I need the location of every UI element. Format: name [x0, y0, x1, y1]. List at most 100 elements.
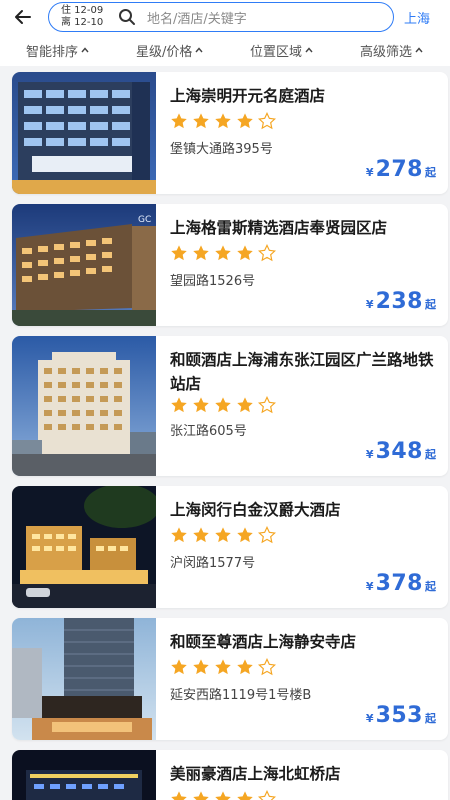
- hotel-photo: [12, 618, 156, 740]
- search-icon: [117, 7, 137, 27]
- star-rating: [170, 790, 276, 800]
- star-filled-icon: [171, 791, 187, 800]
- star-filled-icon: [237, 659, 253, 675]
- star-rating: [170, 112, 276, 130]
- chevron-up-icon: [305, 47, 313, 53]
- top-bar: 住 12-09 离 12-10 地名/酒店/关键字 上海: [0, 0, 450, 34]
- price-amount: 348: [375, 439, 423, 464]
- star-filled-icon: [215, 527, 231, 543]
- currency-symbol: ¥: [365, 712, 374, 725]
- star-filled-icon: [237, 113, 253, 129]
- star-filled-icon: [193, 527, 209, 543]
- chevron-up-icon: [81, 47, 89, 53]
- star-filled-icon: [215, 113, 231, 129]
- star-filled-icon: [215, 245, 231, 261]
- price-amount: 238: [375, 289, 423, 314]
- filter-label: 高级筛选: [360, 44, 413, 60]
- filter-advanced[interactable]: 高级筛选: [360, 34, 423, 66]
- hotel-photo: [12, 72, 156, 194]
- hotel-card[interactable]: 美丽豪酒店上海北虹桥店: [12, 750, 448, 800]
- star-filled-icon: [171, 113, 187, 129]
- back-button[interactable]: [8, 2, 38, 32]
- star-filled-icon: [171, 527, 187, 543]
- currency-symbol: ¥: [365, 298, 374, 311]
- price-amount: 278: [375, 157, 423, 182]
- hotel-photo: [12, 486, 156, 608]
- star-filled-icon: [237, 397, 253, 413]
- star-rating: [170, 396, 276, 414]
- hotel-price: ¥ 353 起: [366, 703, 436, 728]
- hotel-card[interactable]: GC 上海格雷斯精选酒店奉贤园区店 望园路1526号 ¥ 238 起: [12, 204, 448, 326]
- search-box[interactable]: 住 12-09 离 12-10 地名/酒店/关键字: [48, 2, 394, 32]
- checkout-date: 离 12-10: [61, 17, 104, 28]
- checkin-date: 住 12-09: [61, 5, 104, 16]
- star-filled-icon: [237, 791, 253, 800]
- star-filled-icon: [215, 397, 231, 413]
- currency-symbol: ¥: [365, 580, 374, 593]
- currency-symbol: ¥: [365, 448, 374, 461]
- price-suffix: 起: [425, 712, 436, 725]
- filter-label: 位置区域: [250, 44, 303, 60]
- hotel-card[interactable]: 和颐至尊酒店上海静安寺店 延安西路1119号1号楼B ¥ 353 起: [12, 618, 448, 740]
- star-filled-icon: [171, 659, 187, 675]
- hotel-price: ¥ 348 起: [366, 439, 436, 464]
- star-empty-icon: [258, 244, 276, 262]
- search-input[interactable]: 地名/酒店/关键字: [147, 8, 247, 27]
- star-empty-icon: [258, 396, 276, 414]
- hotel-photo: [12, 750, 156, 800]
- star-empty-icon: [258, 658, 276, 676]
- star-empty-icon: [258, 526, 276, 544]
- price-suffix: 起: [425, 166, 436, 179]
- chevron-up-icon: [195, 47, 203, 53]
- star-filled-icon: [215, 791, 231, 800]
- hotel-address: 堡镇大通路395号: [170, 142, 273, 157]
- hotel-sign-text: GC: [138, 215, 151, 225]
- star-empty-icon: [258, 112, 276, 130]
- filter-smart-sort[interactable]: 智能排序: [26, 34, 89, 66]
- city-selector[interactable]: 上海: [404, 8, 430, 27]
- currency-symbol: ¥: [365, 166, 374, 179]
- price-suffix: 起: [425, 298, 436, 311]
- hotel-price: ¥ 378 起: [366, 571, 436, 596]
- price-amount: 378: [375, 571, 423, 596]
- star-filled-icon: [193, 397, 209, 413]
- hotel-address: 沪闵路1577号: [170, 556, 256, 571]
- star-rating: [170, 244, 276, 262]
- hotel-address: 延安西路1119号1号楼B: [170, 688, 312, 703]
- filter-star-price[interactable]: 星级/价格: [136, 34, 203, 66]
- filter-bar: 智能排序 星级/价格 位置区域 高级筛选: [0, 34, 450, 66]
- hotel-name: 和颐酒店上海浦东张江园区广兰路地铁站店: [170, 351, 434, 393]
- hotel-name: 上海格雷斯精选酒店奉贤园区店: [170, 219, 388, 237]
- filter-label: 智能排序: [26, 44, 79, 60]
- hotel-name: 美丽豪酒店上海北虹桥店: [170, 765, 341, 783]
- hotel-card[interactable]: 上海崇明开元名庭酒店 堡镇大通路395号 ¥ 278 起: [12, 72, 448, 194]
- price-amount: 353: [375, 703, 423, 728]
- hotel-address: 张江路605号: [170, 424, 247, 439]
- star-filled-icon: [193, 659, 209, 675]
- filter-location[interactable]: 位置区域: [250, 34, 313, 66]
- star-empty-icon: [258, 790, 276, 800]
- price-suffix: 起: [425, 448, 436, 461]
- star-rating: [170, 658, 276, 676]
- star-rating: [170, 526, 276, 544]
- hotel-name: 上海闵行白金汉爵大酒店: [170, 501, 341, 519]
- chevron-up-icon: [415, 47, 423, 53]
- hotel-card[interactable]: 上海闵行白金汉爵大酒店 沪闵路1577号 ¥ 378 起: [12, 486, 448, 608]
- hotel-photo: GC: [12, 204, 156, 326]
- star-filled-icon: [237, 527, 253, 543]
- star-filled-icon: [215, 659, 231, 675]
- date-selector[interactable]: 住 12-09 离 12-10: [61, 5, 113, 29]
- hotel-price: ¥ 278 起: [366, 157, 436, 182]
- star-filled-icon: [171, 397, 187, 413]
- price-suffix: 起: [425, 580, 436, 593]
- back-arrow-icon: [15, 10, 31, 24]
- star-filled-icon: [171, 245, 187, 261]
- hotel-price: ¥ 238 起: [366, 289, 436, 314]
- star-filled-icon: [193, 113, 209, 129]
- hotel-card[interactable]: 和颐酒店上海浦东张江园区广兰路地铁站店 张江路605号 ¥ 348 起: [12, 336, 448, 476]
- hotel-photo: [12, 336, 156, 476]
- hotel-name: 上海崇明开元名庭酒店: [170, 87, 326, 105]
- hotel-address: 望园路1526号: [170, 274, 256, 289]
- filter-label: 星级/价格: [136, 44, 193, 60]
- star-filled-icon: [193, 245, 209, 261]
